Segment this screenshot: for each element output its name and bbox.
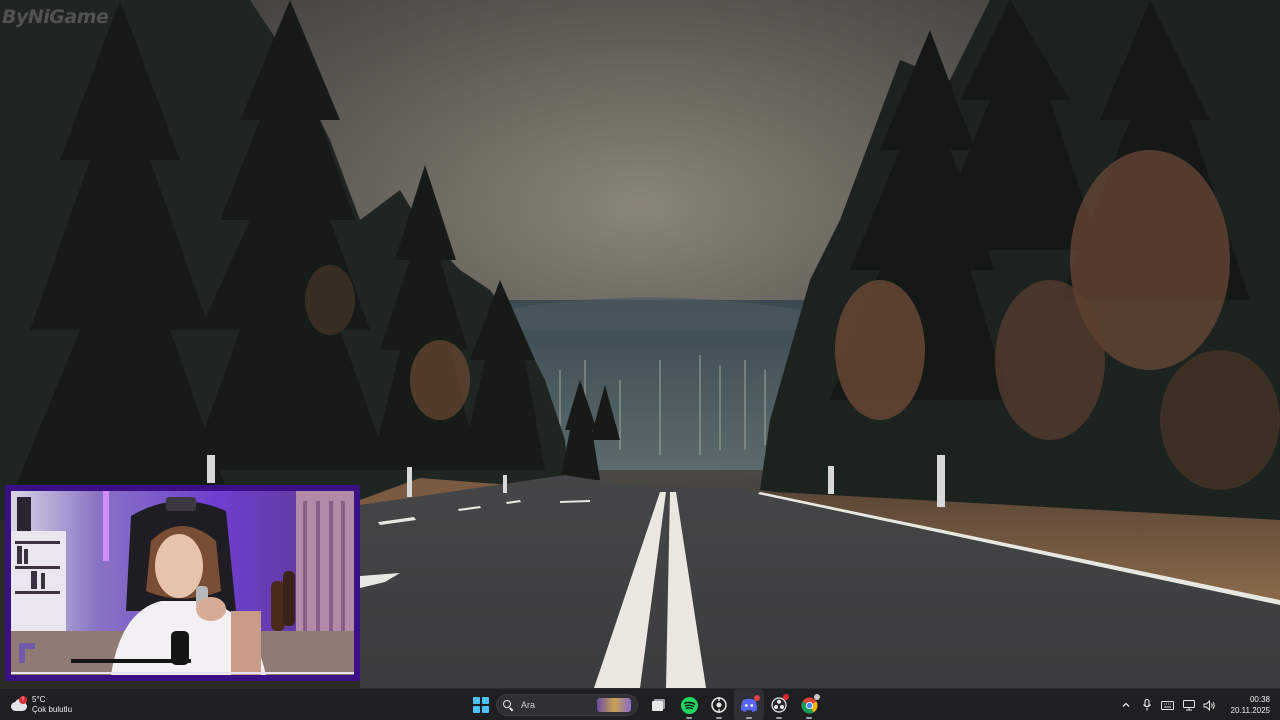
cloudy-weather-icon: ! (10, 696, 28, 714)
weather-description: Çok bulutlu (32, 705, 73, 714)
webcam-overlay (5, 485, 360, 681)
system-tray: 00:38 20.11.2025 (1115, 689, 1280, 720)
spotify-icon (680, 696, 698, 714)
keyboard-icon[interactable] (1157, 689, 1178, 720)
windows-start-icon (473, 697, 489, 713)
webcam-feed (11, 491, 354, 675)
network-icon[interactable] (1178, 689, 1199, 720)
speaker-icon[interactable] (1199, 689, 1220, 720)
channel-watermark: ByNiGame (2, 6, 109, 28)
spotify-button[interactable] (674, 689, 704, 720)
weather-widget[interactable]: ! 5°C Çok bulutlu (10, 692, 72, 718)
microphone-icon[interactable] (1136, 689, 1157, 720)
task-view-button[interactable] (644, 689, 674, 720)
steam-button[interactable] (704, 689, 734, 720)
search-box[interactable]: Ara (496, 694, 638, 716)
chevron-up-icon[interactable] (1115, 689, 1136, 720)
obs-button[interactable] (764, 689, 794, 720)
webcam-frame-line (11, 672, 354, 674)
clock-time: 00:38 (1249, 695, 1270, 704)
search-highlight-image[interactable] (597, 698, 631, 712)
taskbar-center: Ara (466, 689, 824, 720)
search-icon (503, 699, 514, 711)
chrome-button[interactable] (794, 689, 824, 720)
clock[interactable]: 00:38 20.11.2025 (1220, 694, 1280, 716)
obs-record-badge (783, 694, 789, 700)
weather-temperature: 5°C (32, 695, 46, 704)
steam-icon (711, 697, 727, 713)
chrome-profile-badge (814, 694, 820, 700)
clock-date: 20.11.2025 (1230, 706, 1270, 715)
start-button[interactable] (466, 689, 496, 720)
task-view-icon (652, 699, 665, 711)
taskbar: ! 5°C Çok bulutlu Ara 00:38 20.11.2025 (0, 688, 1280, 720)
discord-notification-badge (754, 695, 760, 701)
weather-alert-badge: ! (19, 696, 27, 704)
search-input[interactable]: Ara (521, 700, 590, 710)
discord-button[interactable] (734, 689, 764, 720)
